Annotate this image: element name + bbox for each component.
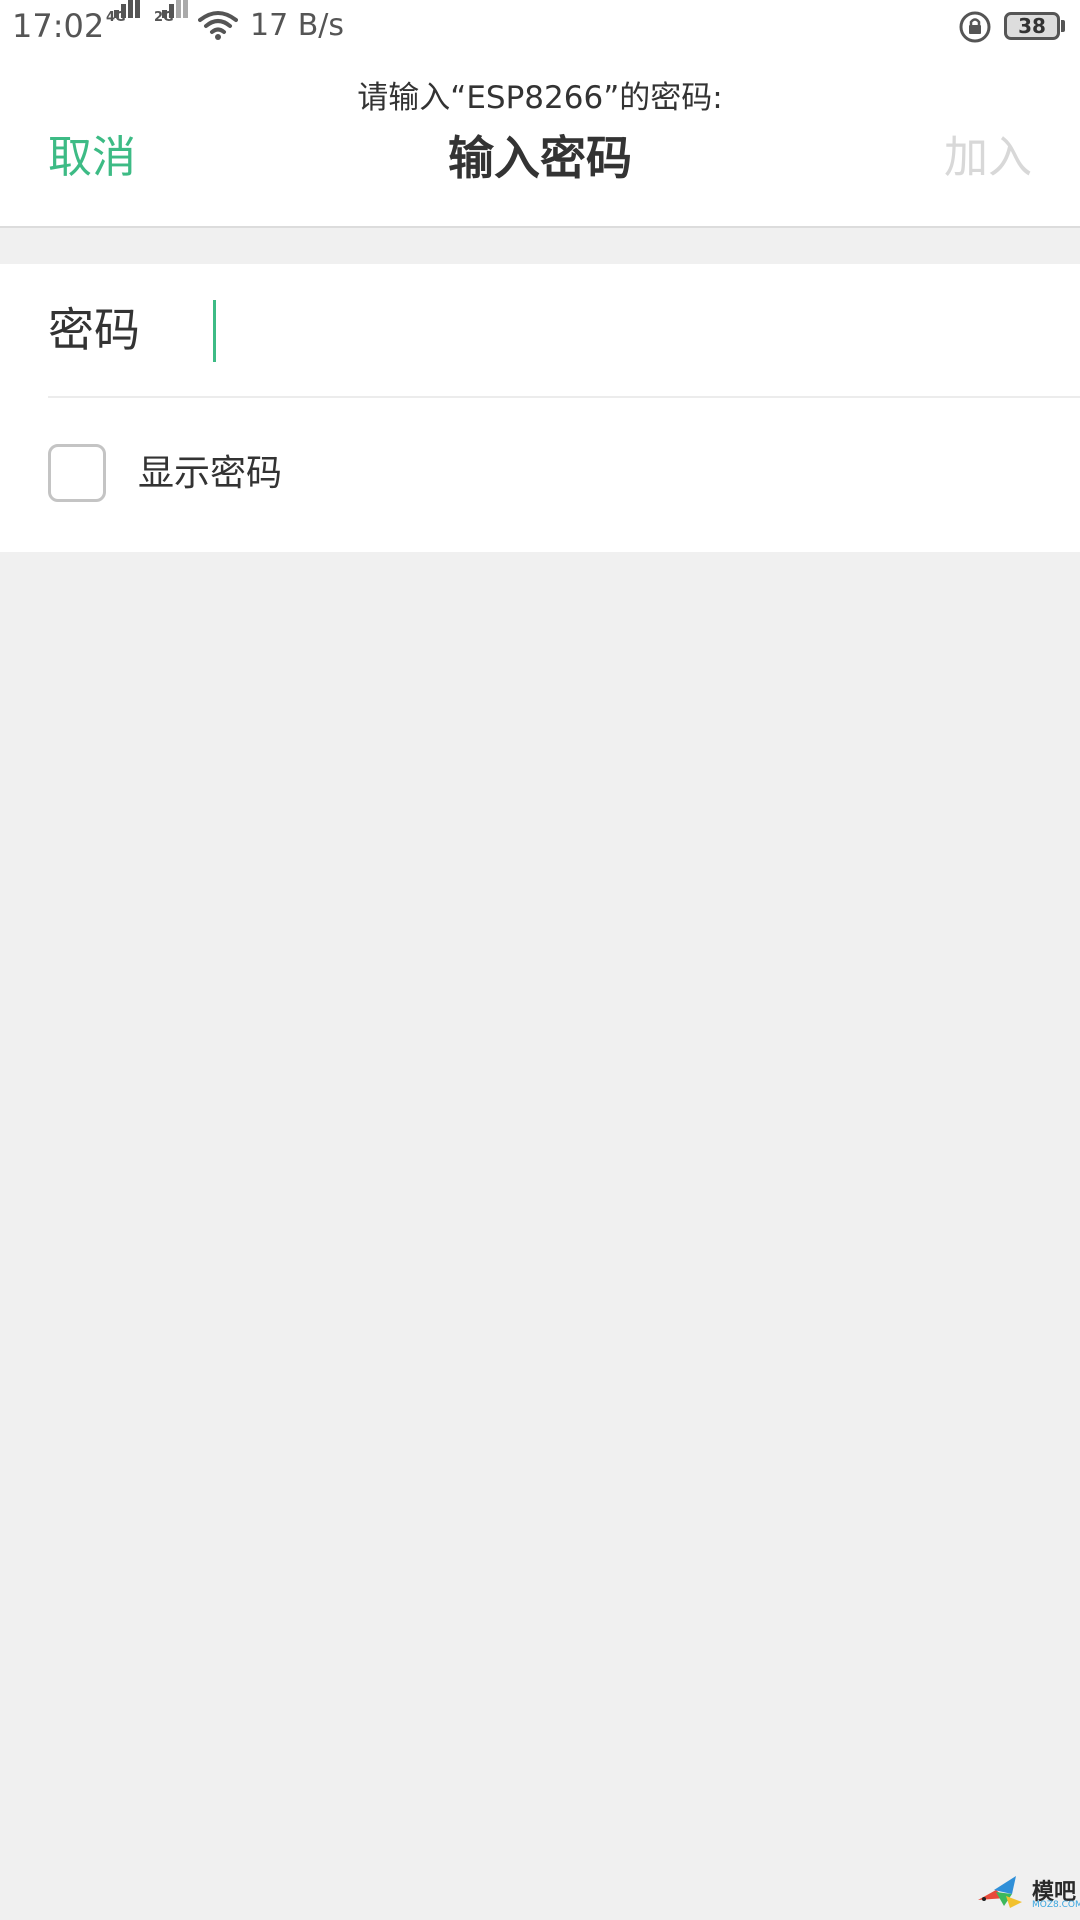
divider <box>48 396 1080 398</box>
password-input[interactable] <box>200 294 1060 364</box>
password-label: 密码 <box>48 303 140 357</box>
cancel-button[interactable]: 取消 <box>48 128 136 188</box>
rotation-lock-icon <box>958 10 992 48</box>
battery-tip <box>1061 20 1065 32</box>
show-password-label[interactable]: 显示密码 <box>138 450 282 498</box>
battery-level: 38 <box>1018 14 1046 38</box>
password-form: 密码 显示密码 <box>0 264 1080 552</box>
page-title: 输入密码 <box>448 131 632 185</box>
dialog-header: 请输入“ESP8266”的密码: 输入密码 取消 加入 <box>0 52 1080 228</box>
status-time: 17:02 <box>12 7 105 45</box>
network-prompt: 请输入“ESP8266”的密码: <box>357 80 723 116</box>
show-password-checkbox[interactable] <box>48 444 106 502</box>
text-caret <box>213 300 216 362</box>
watermark-logo: 模吧 MOZ8.COM <box>976 1872 1080 1916</box>
join-button[interactable]: 加入 <box>944 128 1032 188</box>
status-bar: 17:02 4G 2G 17 B/s <box>0 0 1080 52</box>
watermark-subtext: MOZ8.COM <box>1032 1900 1080 1910</box>
network-speed: 17 B/s <box>250 8 345 43</box>
wifi-icon <box>198 10 238 46</box>
bird-logo-icon <box>978 1876 1022 1908</box>
battery-icon: 38 <box>1004 12 1060 40</box>
